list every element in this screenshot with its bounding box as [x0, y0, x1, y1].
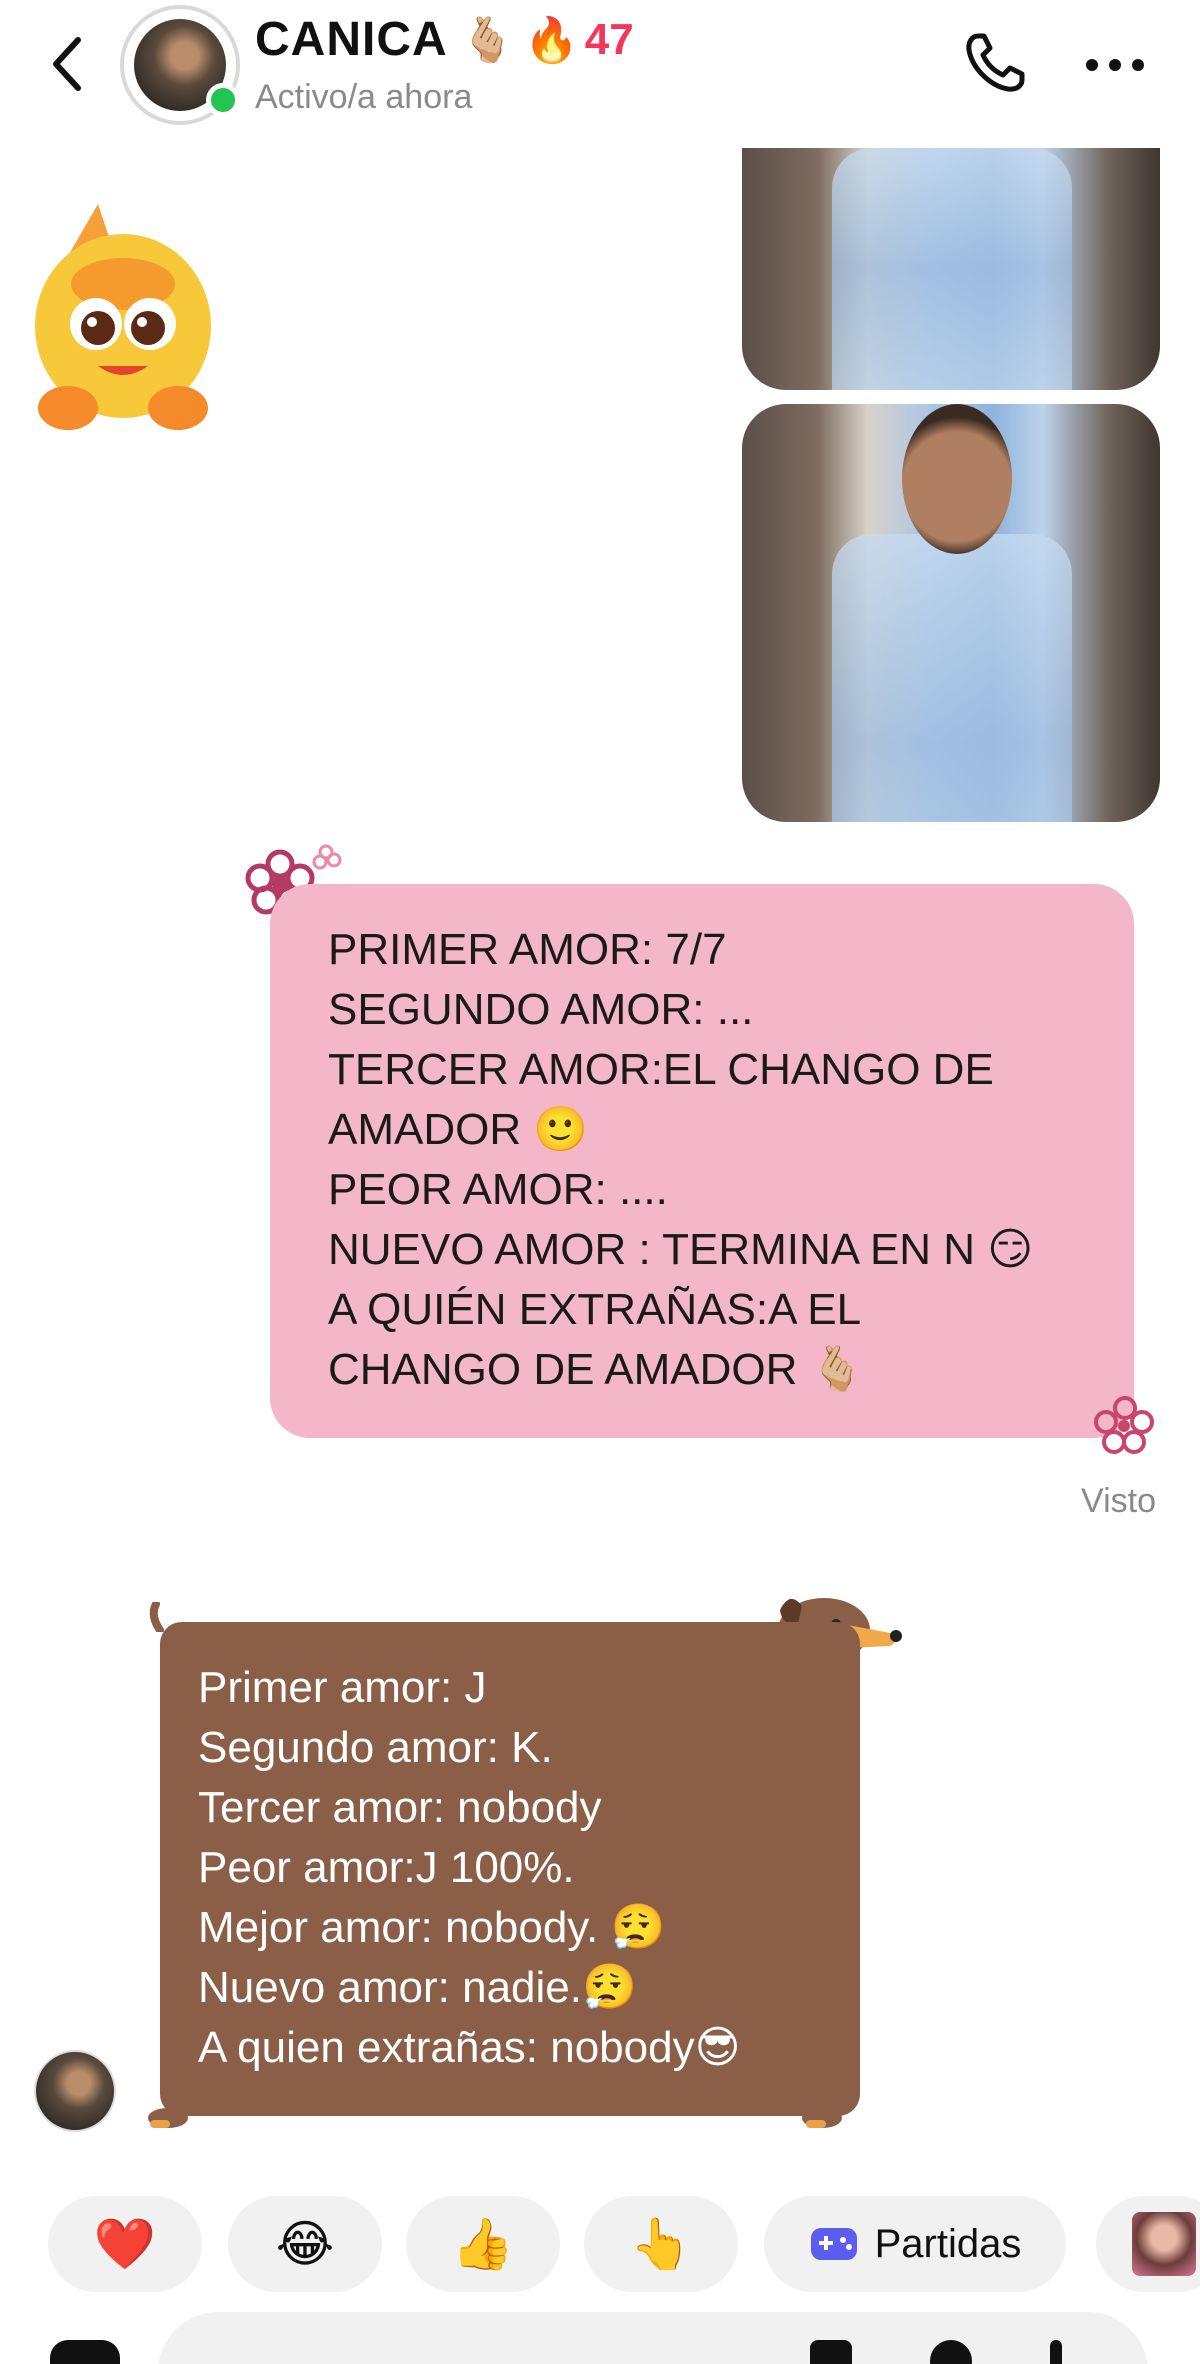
dog-paws-icon [148, 2108, 842, 2128]
message-line: AMADOR 🙂 [328, 1105, 589, 1154]
message-line: Nuevo amor: nadie.😮‍💨 [198, 1963, 637, 2012]
photo-thumbnail [1132, 2212, 1196, 2276]
message-line: PRIMER AMOR: 7/7 [328, 925, 727, 974]
message-line: CHANGO DE AMADOR 🫰🏼 [328, 1345, 865, 1394]
chat-header: CANICA 🫰🏼 🔥 47 Activo/a ahora [0, 0, 1200, 140]
received-message-bubble[interactable]: Primer amor: J Segundo amor: K. Tercer a… [160, 1622, 860, 2116]
flower-decoration-icon [1094, 1396, 1154, 1454]
more-horizontal-icon [1086, 59, 1144, 71]
contact-name[interactable]: CANICA [255, 12, 448, 67]
sent-message-bubble[interactable]: PRIMER AMOR: 7/7 SEGUNDO AMOR: ... TERCE… [270, 884, 1134, 1438]
game-controller-icon [810, 2228, 857, 2260]
back-button[interactable] [38, 32, 98, 96]
contact-avatar[interactable] [120, 5, 240, 125]
message-line: A quien extrañas: nobody😎 [198, 2023, 741, 2072]
streak-badge: 🔥 47 [524, 14, 634, 66]
react-point-up-button[interactable]: 👆 [584, 2196, 738, 2292]
message-line: PEOR AMOR: .... [328, 1165, 668, 1214]
seen-status: Visto [1081, 1482, 1156, 1520]
photo-subject [902, 404, 1012, 554]
photo-content [832, 148, 1072, 390]
image-icon[interactable] [930, 2340, 972, 2364]
message-line: SEGUNDO AMOR: ... [328, 985, 754, 1034]
message-line: TERCER AMOR:EL CHANGO DE [328, 1045, 994, 1094]
duck-sticker[interactable] [28, 196, 218, 436]
duck-sticker-icon [35, 204, 211, 430]
message-line: Mejor amor: nobody. 😮‍💨 [198, 1903, 666, 1952]
message-line: Tercer amor: nobody [198, 1783, 602, 1832]
more-button[interactable] [1080, 50, 1150, 80]
online-indicator [206, 83, 240, 117]
call-button[interactable] [960, 28, 1030, 98]
sent-photo[interactable] [742, 148, 1160, 390]
quick-reaction-bar: ❤️ 😂 👍 👆 Partidas [0, 2188, 1200, 2298]
react-heart-button[interactable]: ❤️ [48, 2196, 202, 2292]
name-emoji: 🫰🏼 [460, 16, 515, 65]
composer-actions [800, 2340, 1100, 2364]
streak-count: 47 [584, 15, 634, 64]
photo-shortcut-button[interactable] [1096, 2196, 1200, 2292]
games-button[interactable]: Partidas [764, 2196, 1066, 2292]
games-label: Partidas [874, 2221, 1022, 2266]
react-thumbs-up-button[interactable]: 👍 [406, 2196, 560, 2292]
phone-icon [966, 33, 1025, 92]
more-actions-icon[interactable] [1050, 2340, 1062, 2364]
camera-icon[interactable] [50, 2340, 120, 2364]
microphone-icon[interactable] [810, 2340, 852, 2364]
message-composer [0, 2300, 1200, 2364]
message-line: Peor amor:J 100%. [198, 1843, 575, 1892]
message-line: NUEVO AMOR : TERMINA EN N 😏 [328, 1225, 1034, 1274]
react-laugh-button[interactable]: 😂 [228, 2196, 382, 2292]
message-line: A QUIÉN EXTRAÑAS:A EL [328, 1285, 862, 1334]
sender-avatar[interactable] [34, 2050, 116, 2132]
sent-photo[interactable] [742, 404, 1160, 822]
photo-content [832, 534, 1072, 822]
message-line: Segundo amor: K. [198, 1723, 553, 1772]
fire-icon: 🔥 [524, 16, 579, 65]
chevron-left-icon [53, 37, 81, 91]
active-status: Activo/a ahora [255, 78, 473, 116]
message-line: Primer amor: J [198, 1663, 487, 1712]
